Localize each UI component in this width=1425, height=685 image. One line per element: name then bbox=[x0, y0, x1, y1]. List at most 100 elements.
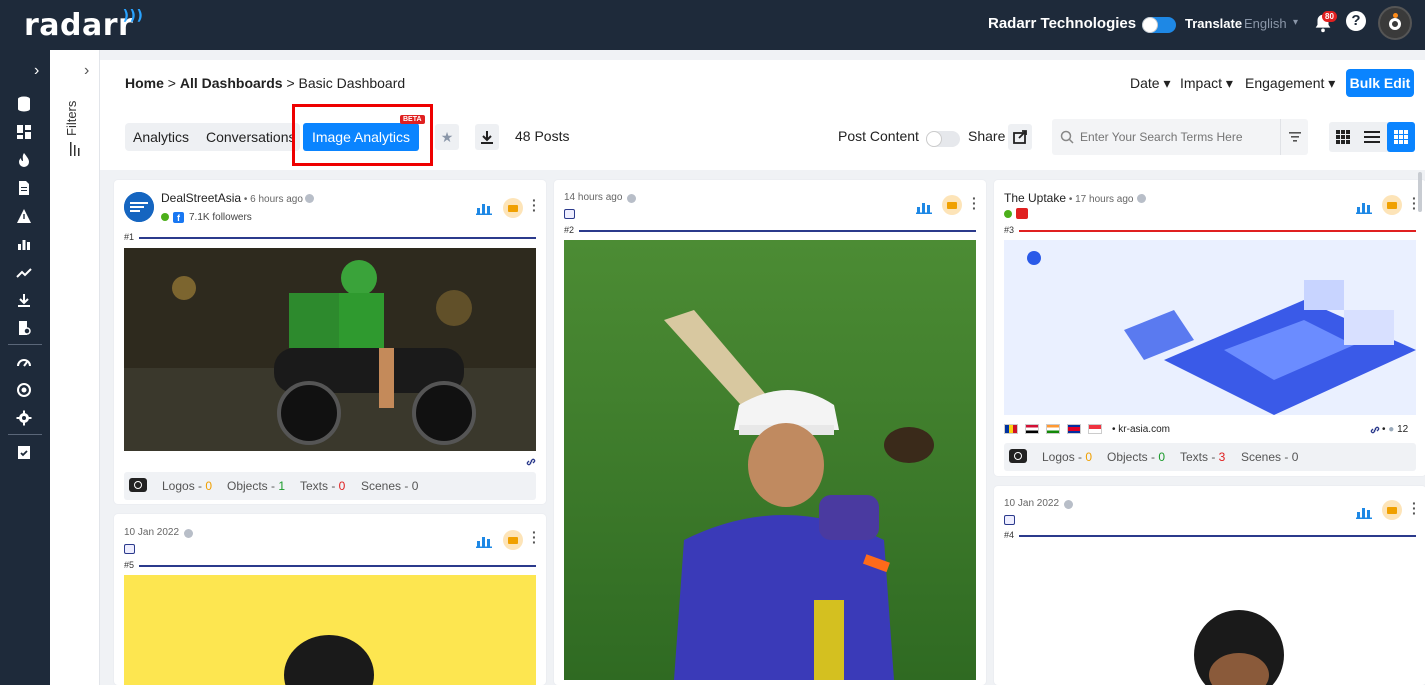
company-name: Radarr Technologies bbox=[988, 15, 1137, 32]
camera-badge-icon[interactable] bbox=[503, 198, 523, 218]
source-domain[interactable]: • kr-asia.com bbox=[1112, 424, 1170, 435]
post-card[interactable]: The Uptake • 17 hours ago · · · #3 • kr-as… bbox=[994, 180, 1425, 476]
post-content-label: Post Content bbox=[838, 128, 919, 144]
analytics-icon[interactable] bbox=[476, 201, 492, 215]
grid-view-button[interactable] bbox=[1329, 122, 1357, 152]
flame-icon[interactable] bbox=[16, 152, 32, 168]
link-icon[interactable] bbox=[526, 457, 536, 467]
status-dot bbox=[1004, 210, 1012, 218]
share-button[interactable] bbox=[1008, 124, 1032, 150]
source-name[interactable]: DealStreetAsia • 6 hours ago bbox=[161, 191, 303, 205]
more-options-icon[interactable]: · · · bbox=[972, 191, 978, 215]
sidebar-divider bbox=[8, 344, 42, 345]
trend-icon[interactable] bbox=[16, 264, 32, 280]
date-dropdown[interactable]: Date ▾ bbox=[1130, 75, 1171, 92]
translate-toggle[interactable] bbox=[1142, 17, 1176, 33]
translate-label: Translate bbox=[1185, 16, 1243, 31]
dealstreetasia-logo bbox=[124, 192, 154, 222]
breadcrumb-home[interactable]: Home bbox=[125, 75, 164, 91]
source-name[interactable]: The Uptake • 17 hours ago bbox=[1004, 191, 1134, 205]
link-icon[interactable] bbox=[1370, 425, 1380, 435]
texts-count[interactable]: Texts - 0 bbox=[300, 479, 345, 493]
scrollbar[interactable] bbox=[1418, 172, 1422, 212]
user-avatar[interactable] bbox=[1378, 6, 1412, 40]
info-icon[interactable] bbox=[184, 529, 193, 538]
image-analysis-footer: Logos - 0 Objects - 0 Texts - 3 Scenes -… bbox=[1004, 443, 1416, 471]
document-icon[interactable] bbox=[16, 180, 32, 196]
chevron-right-icon[interactable]: › bbox=[84, 62, 89, 80]
scenes-count[interactable]: Scenes - 0 bbox=[1241, 450, 1298, 464]
info-icon[interactable] bbox=[627, 194, 636, 203]
post-image-scooter-rider[interactable] bbox=[124, 248, 536, 451]
camera-badge-icon[interactable] bbox=[503, 530, 523, 550]
logos-count[interactable]: Logos - 0 bbox=[162, 479, 212, 493]
gear-icon[interactable] bbox=[16, 410, 32, 426]
followers-count: 7.1K followers bbox=[189, 212, 252, 223]
rank-number: #4 bbox=[1004, 530, 1015, 540]
download-icon[interactable] bbox=[16, 292, 32, 308]
breadcrumb-all-dashboards[interactable]: All Dashboards bbox=[180, 75, 283, 91]
info-icon[interactable] bbox=[305, 194, 314, 203]
info-icon[interactable] bbox=[1064, 500, 1073, 509]
info-icon[interactable] bbox=[1137, 194, 1146, 203]
rank-number: #2 bbox=[564, 225, 575, 235]
star-icon[interactable]: ★ bbox=[435, 124, 459, 150]
chevron-down-icon[interactable]: ▾ bbox=[1293, 17, 1298, 28]
radarr-logo[interactable]: radarr))) bbox=[24, 8, 143, 43]
report-search-icon[interactable] bbox=[16, 320, 32, 336]
scenes-count[interactable]: Scenes - 0 bbox=[361, 479, 418, 493]
language-select[interactable]: English bbox=[1244, 16, 1287, 31]
post-card[interactable]: 10 Jan 2022 · · · #4 bbox=[994, 486, 1425, 685]
more-options-icon[interactable]: · · · bbox=[1412, 496, 1418, 520]
engagement-dropdown[interactable]: Engagement ▾ bbox=[1245, 75, 1335, 92]
source-avatar[interactable] bbox=[124, 192, 154, 222]
post-image-cricketer[interactable] bbox=[564, 240, 976, 680]
clipboard-check-icon[interactable] bbox=[16, 444, 32, 460]
database-icon[interactable] bbox=[16, 96, 32, 112]
flag-icon bbox=[1046, 424, 1060, 434]
camera-badge-icon[interactable] bbox=[1382, 195, 1402, 215]
tab-analytics[interactable]: Analytics bbox=[133, 123, 189, 151]
target-icon[interactable] bbox=[16, 382, 32, 398]
masonry-view-button[interactable] bbox=[1387, 122, 1415, 152]
post-card[interactable]: 14 hours ago · · · #2 bbox=[554, 180, 986, 685]
list-icon bbox=[1364, 131, 1380, 143]
tab-conversations[interactable]: Conversations bbox=[206, 123, 296, 151]
analytics-icon[interactable] bbox=[916, 200, 932, 214]
impact-dropdown[interactable]: Impact ▾ bbox=[1180, 75, 1233, 92]
objects-count[interactable]: Objects - 0 bbox=[1107, 450, 1165, 464]
post-card[interactable]: DealStreetAsia • 6 hours ago f 7.1K foll… bbox=[114, 180, 546, 504]
camera-badge-icon[interactable] bbox=[1382, 500, 1402, 520]
post-image-the-uptake-newsletter[interactable] bbox=[1004, 240, 1416, 415]
download-icon bbox=[481, 131, 493, 144]
logos-count[interactable]: Logos - 0 bbox=[1042, 450, 1092, 464]
breadcrumb: Home > All Dashboards > Basic Dashboard bbox=[125, 75, 406, 91]
filters-panel[interactable]: › Filters bbox=[50, 50, 100, 685]
post-content-toggle[interactable] bbox=[926, 131, 960, 147]
download-button[interactable] bbox=[475, 124, 499, 150]
analytics-icon[interactable] bbox=[1356, 200, 1372, 214]
search-input[interactable] bbox=[1080, 127, 1275, 147]
left-sidebar: › bbox=[0, 50, 50, 685]
chevron-right-icon[interactable]: › bbox=[34, 62, 39, 80]
objects-count[interactable]: Objects - 1 bbox=[227, 479, 285, 493]
bar-chart-icon[interactable] bbox=[16, 236, 32, 252]
post-image-portrait[interactable] bbox=[1004, 545, 1416, 685]
more-options-icon[interactable]: · · · bbox=[532, 193, 538, 217]
texts-count[interactable]: Texts - 3 bbox=[1180, 450, 1225, 464]
camera-badge-icon[interactable] bbox=[942, 195, 962, 215]
analytics-icon[interactable] bbox=[1356, 505, 1372, 519]
analytics-icon[interactable] bbox=[476, 534, 492, 548]
gauge-icon[interactable] bbox=[16, 354, 32, 370]
bulk-edit-button[interactable]: Bulk Edit bbox=[1346, 69, 1414, 97]
search-filter-button[interactable] bbox=[1280, 119, 1308, 155]
post-card[interactable]: 10 Jan 2022 · · · #5 bbox=[114, 514, 546, 685]
dashboard-icon[interactable] bbox=[16, 124, 32, 140]
post-image-portrait-yellow[interactable] bbox=[124, 575, 536, 685]
warning-icon[interactable] bbox=[16, 208, 32, 224]
more-options-icon[interactable]: · · · bbox=[532, 525, 538, 549]
message-icon bbox=[124, 544, 135, 554]
rank-number: #1 bbox=[124, 232, 135, 242]
list-view-button[interactable] bbox=[1358, 122, 1386, 152]
help-icon[interactable]: ? bbox=[1346, 11, 1366, 31]
